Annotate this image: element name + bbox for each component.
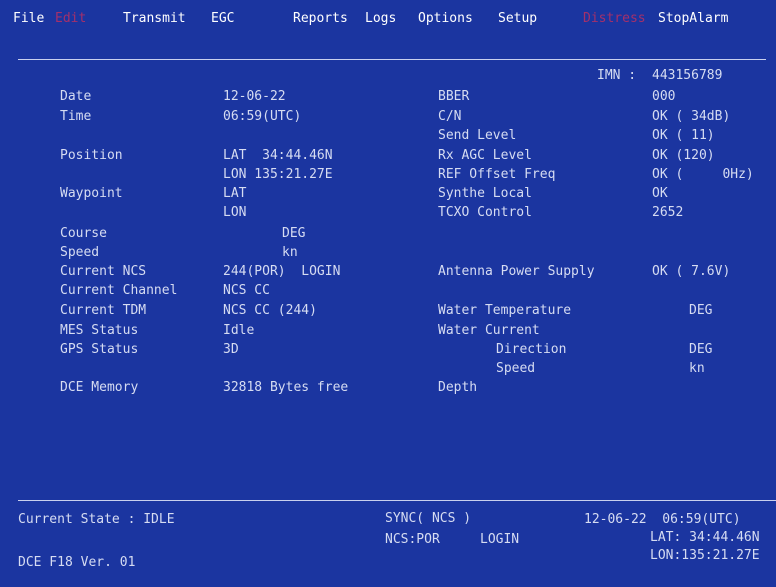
- status-bar: Current State : IDLE SYNC( NCS ) NCS:POR…: [0, 0, 776, 587]
- status-lon: LON:135:21.27E: [650, 548, 760, 563]
- version-info: DCE F18 Ver. 01: [18, 555, 136, 570]
- login-status: LOGIN: [480, 532, 520, 547]
- sync-status: SYNC( NCS ): [385, 511, 472, 526]
- ncs-status: NCS:POR: [385, 532, 440, 547]
- status-lat: LAT: 34:44.46N: [650, 530, 760, 545]
- status-datetime: 12-06-22 06:59(UTC): [584, 512, 741, 527]
- current-state: Current State : IDLE: [18, 512, 175, 527]
